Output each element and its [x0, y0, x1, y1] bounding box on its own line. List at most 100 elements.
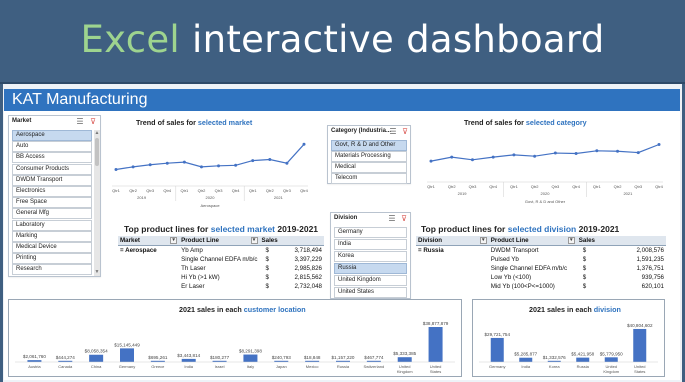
slicer-item[interactable]: Telecom — [331, 173, 407, 184]
column-header-label: Product Line — [181, 237, 219, 244]
data-point — [182, 160, 186, 164]
group-cell — [118, 282, 179, 291]
data-label: $5,779,950 — [600, 351, 623, 356]
slicer-item[interactable]: Printing — [12, 253, 92, 265]
group-cell[interactable]: = Russia — [416, 246, 489, 256]
category-label: Canada — [58, 364, 73, 369]
clear-filter-icon[interactable]: ⊽ — [88, 117, 98, 127]
series-line — [115, 143, 305, 171]
dropdown-arrow-icon[interactable]: ▾ — [567, 237, 575, 244]
x-tick-label: Qtr4 — [300, 188, 309, 193]
market-trend-chart: Qtr1 Qtr2 Qtr3 Qtr4 Qtr1 Qtr2 Qtr3 Qtr4 Qtr1 Qtr2… — [112, 142, 309, 208]
slicer-item[interactable]: BB Access — [12, 152, 92, 164]
slicer-item[interactable]: Russia — [334, 263, 407, 274]
title-suffix: 2019-2021 — [277, 224, 319, 234]
market-table-title: Top product lines for selected market 20… — [124, 224, 318, 234]
column-header[interactable]: Product Line ▾ — [488, 236, 577, 246]
multi-select-icon[interactable]: ☰ — [388, 127, 398, 137]
slicer-item[interactable]: India — [334, 239, 407, 250]
multi-select-icon[interactable]: ☰ — [387, 214, 397, 224]
sales-cell: 3,397,229 — [294, 256, 322, 263]
category-label: Kingdom — [397, 369, 413, 374]
multi-select-icon[interactable]: ☰ — [75, 117, 85, 127]
table-row: Er Laser $2,732,048 — [118, 282, 324, 291]
title-highlight: selected market — [210, 224, 276, 234]
data-label: $29,721,754 — [484, 332, 510, 337]
category-label: Germany — [119, 364, 135, 369]
column-header[interactable]: Sales — [259, 236, 324, 246]
data-label: $8,058,354 — [85, 349, 108, 354]
slicer-item[interactable]: Laboratory — [12, 219, 92, 231]
column-header[interactable]: Product Line ▾ — [179, 236, 260, 246]
slicer-scrollbar[interactable]: ▲ ▼ — [94, 130, 100, 276]
bar — [89, 354, 104, 362]
data-label: $467,774 — [364, 355, 384, 360]
slicer-item[interactable]: United Kingdom — [334, 275, 407, 286]
slicer-item[interactable]: Materials Processing — [331, 151, 407, 162]
column-header[interactable]: Division ▾ — [416, 236, 489, 246]
slicer-item[interactable]: Korea — [334, 251, 407, 262]
table-row: Th Laser $2,985,826 — [118, 264, 324, 273]
data-point — [636, 151, 640, 155]
product-line-cell: Th Laser — [181, 265, 206, 272]
category-label: Israel — [215, 364, 225, 369]
data-point — [199, 165, 203, 169]
bar — [428, 327, 443, 362]
product-line-cell: Low Yb (<100) — [490, 274, 532, 281]
slicer-item[interactable]: General Mfg — [12, 208, 92, 220]
clear-filter-icon[interactable]: ⊽ — [400, 127, 410, 137]
slicer-item[interactable]: Free Space — [12, 197, 92, 209]
dropdown-arrow-icon[interactable]: ▾ — [170, 237, 178, 244]
table-row: Low Yb (<100) $939,756 — [416, 273, 666, 282]
x-tick-label: Qtr1 — [180, 188, 189, 193]
category-label: Mexico — [306, 364, 319, 369]
slicer-item[interactable]: Germany — [334, 227, 407, 238]
product-line-cell: Yb Amp — [181, 247, 203, 254]
category-label: Switzerland — [364, 364, 385, 369]
slicer-item[interactable]: United States — [334, 287, 407, 298]
category-label: India — [184, 364, 193, 369]
column-header[interactable]: Sales — [576, 236, 666, 246]
slicer-item[interactable]: Medical Device — [12, 242, 92, 253]
category-label: States — [634, 369, 645, 374]
slicer-item[interactable]: Electronics — [12, 186, 92, 197]
currency-cell: $ — [265, 265, 269, 272]
data-point — [217, 164, 221, 168]
title-prefix: Top product lines for — [124, 224, 209, 234]
category-trend-chart: Qtr1 Qtr2 Qtr3 Qtr4 Qtr1 Qtr2 Qtr3 Qtr4 Qtr1 Qtr2… — [427, 143, 664, 204]
slicer-item[interactable]: Consumer Products — [12, 163, 92, 175]
slicer-item[interactable]: Marking — [12, 230, 92, 242]
slicer-item[interactable]: Medical — [331, 162, 407, 173]
dropdown-arrow-icon[interactable]: ▾ — [250, 237, 258, 244]
sales-cell: 2,732,048 — [294, 283, 322, 290]
x-tick-label: Qtr3 — [469, 184, 478, 189]
column-header-label: Sales — [261, 237, 278, 244]
x-tick-label: Qtr1 — [510, 184, 519, 189]
clear-filter-icon[interactable]: ⊽ — [399, 214, 409, 224]
group-cell — [416, 282, 489, 291]
slicer-item[interactable]: Research — [12, 264, 92, 276]
slicer-item[interactable]: Aerospace — [12, 130, 92, 141]
slicer-item[interactable]: DWDM Transport — [12, 174, 92, 186]
column-header[interactable]: Market ▾ — [118, 236, 180, 246]
data-label: $18,848 — [304, 355, 321, 360]
title-highlight: customer location — [243, 305, 306, 314]
slicer-item[interactable]: Govt, R & D and Other — [331, 140, 407, 151]
title-suffix: 2019-2021 — [578, 224, 620, 234]
group-cell — [118, 255, 179, 264]
slicer-item[interactable]: Auto — [12, 141, 92, 153]
dropdown-arrow-icon[interactable]: ▾ — [479, 237, 487, 244]
dashboard-page: Excel interactive dashboard KAT Manufact… — [0, 0, 685, 382]
data-point — [533, 154, 537, 158]
group-label: Russia — [423, 247, 444, 254]
table-row: Single Channel EDFA m/b/c $3,397,229 — [118, 255, 324, 264]
division-table-title: Top product lines for selected division … — [421, 224, 619, 234]
group-cell[interactable]: = Aerospace — [118, 246, 179, 256]
x-tick-label: Qtr3 — [146, 188, 155, 193]
x-tick-label: Qtr1 — [112, 188, 121, 193]
scroll-thumb[interactable] — [95, 138, 99, 166]
scroll-down-icon[interactable]: ▼ — [94, 269, 100, 275]
scroll-up-icon[interactable]: ▲ — [94, 130, 100, 136]
slicer-header: Market ☰ ⊽ — [9, 116, 100, 129]
title-prefix: 2021 sales in each — [179, 305, 242, 314]
